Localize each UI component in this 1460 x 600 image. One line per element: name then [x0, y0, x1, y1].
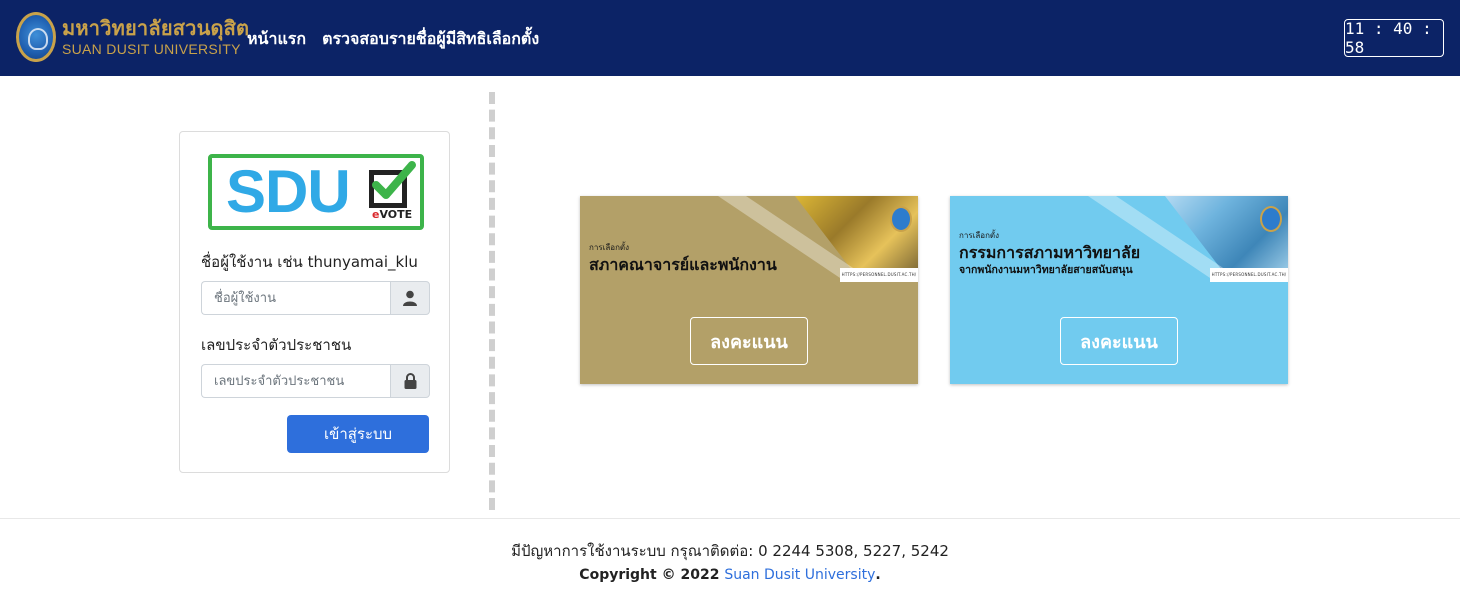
citizen-id-input[interactable] [201, 364, 390, 398]
citizen-id-label: เลขประจำตัวประชาชน [201, 336, 352, 354]
brand-name-th: มหาวิทยาลัยสวนดุสิต [62, 16, 250, 40]
university-seal-icon [890, 206, 912, 232]
vote-button[interactable]: ลงคะแนน [690, 317, 808, 365]
lock-icon [390, 364, 430, 398]
logo-sdu-text: SDU [226, 158, 351, 225]
nav-check-voters-link[interactable]: ตรวจสอบรายชื่อผู้มีสิทธิเลือกตั้ง [322, 27, 539, 52]
login-button[interactable]: เข้าสู่ระบบ [287, 415, 429, 453]
banner-url: HTTPS://PERSONNEL.DUSIT.AC.TH/ [1210, 268, 1288, 282]
vote-button[interactable]: ลงคะแนน [1060, 317, 1178, 365]
nav-home-link[interactable]: หน้าแรก [247, 27, 306, 52]
logo-evote-text: eVOTE [372, 208, 413, 221]
university-link[interactable]: Suan Dusit University [724, 567, 875, 583]
university-logo[interactable]: มหาวิทยาลัยสวนดุสิต SUAN DUSIT UNIVERSIT… [16, 12, 249, 62]
section-divider [489, 92, 495, 510]
copyright-text: Copyright © 2022 [579, 567, 725, 583]
copyright-period: . [875, 567, 881, 583]
election-card-university-council: HTTPS://PERSONNEL.DUSIT.AC.TH/ การเลือกต… [950, 196, 1288, 384]
election-banner: HTTPS://PERSONNEL.DUSIT.AC.TH/ การเลือกต… [580, 196, 918, 282]
sdu-evote-logo: SDU eVOTE [208, 154, 424, 230]
banner-title: สภาคณาจารย์และพนักงาน [589, 255, 777, 274]
election-banner: HTTPS://PERSONNEL.DUSIT.AC.TH/ การเลือกต… [950, 196, 1288, 282]
username-label: ชื่อผู้ใช้งาน เช่น thunyamai_klu [201, 253, 418, 271]
banner-subtitle: จากพนักงานมหาวิทยาลัยสายสนับสนุน [959, 264, 1133, 276]
banner-url: HTTPS://PERSONNEL.DUSIT.AC.TH/ [840, 268, 918, 282]
footer-contact: มีปัญหาการใช้งานระบบ กรุณาติดต่อ: 0 2244… [511, 542, 949, 560]
citizen-id-input-group [201, 364, 430, 398]
footer-copyright: Copyright © 2022 Suan Dusit University. [0, 567, 1460, 583]
university-seal-icon [1260, 206, 1282, 232]
university-seal-icon [16, 12, 56, 62]
username-input-group [201, 281, 430, 315]
election-card-faculty-council: HTTPS://PERSONNEL.DUSIT.AC.TH/ การเลือกต… [580, 196, 918, 384]
username-input[interactable] [201, 281, 390, 315]
login-card: SDU eVOTE ชื่อผู้ใช้งาน เช่น thunyamai_k… [179, 131, 450, 473]
user-icon [390, 281, 430, 315]
footer-divider [0, 518, 1460, 519]
top-navbar: มหาวิทยาลัยสวนดุสิต SUAN DUSIT UNIVERSIT… [0, 0, 1460, 76]
brand-name-en: SUAN DUSIT UNIVERSITY [62, 41, 241, 57]
ballot-check-icon [369, 161, 416, 208]
nav-menu: หน้าแรก ตรวจสอบรายชื่อผู้มีสิทธิเลือกตั้… [247, 27, 539, 52]
clock-display: 11 : 40 : 58 [1344, 19, 1444, 57]
